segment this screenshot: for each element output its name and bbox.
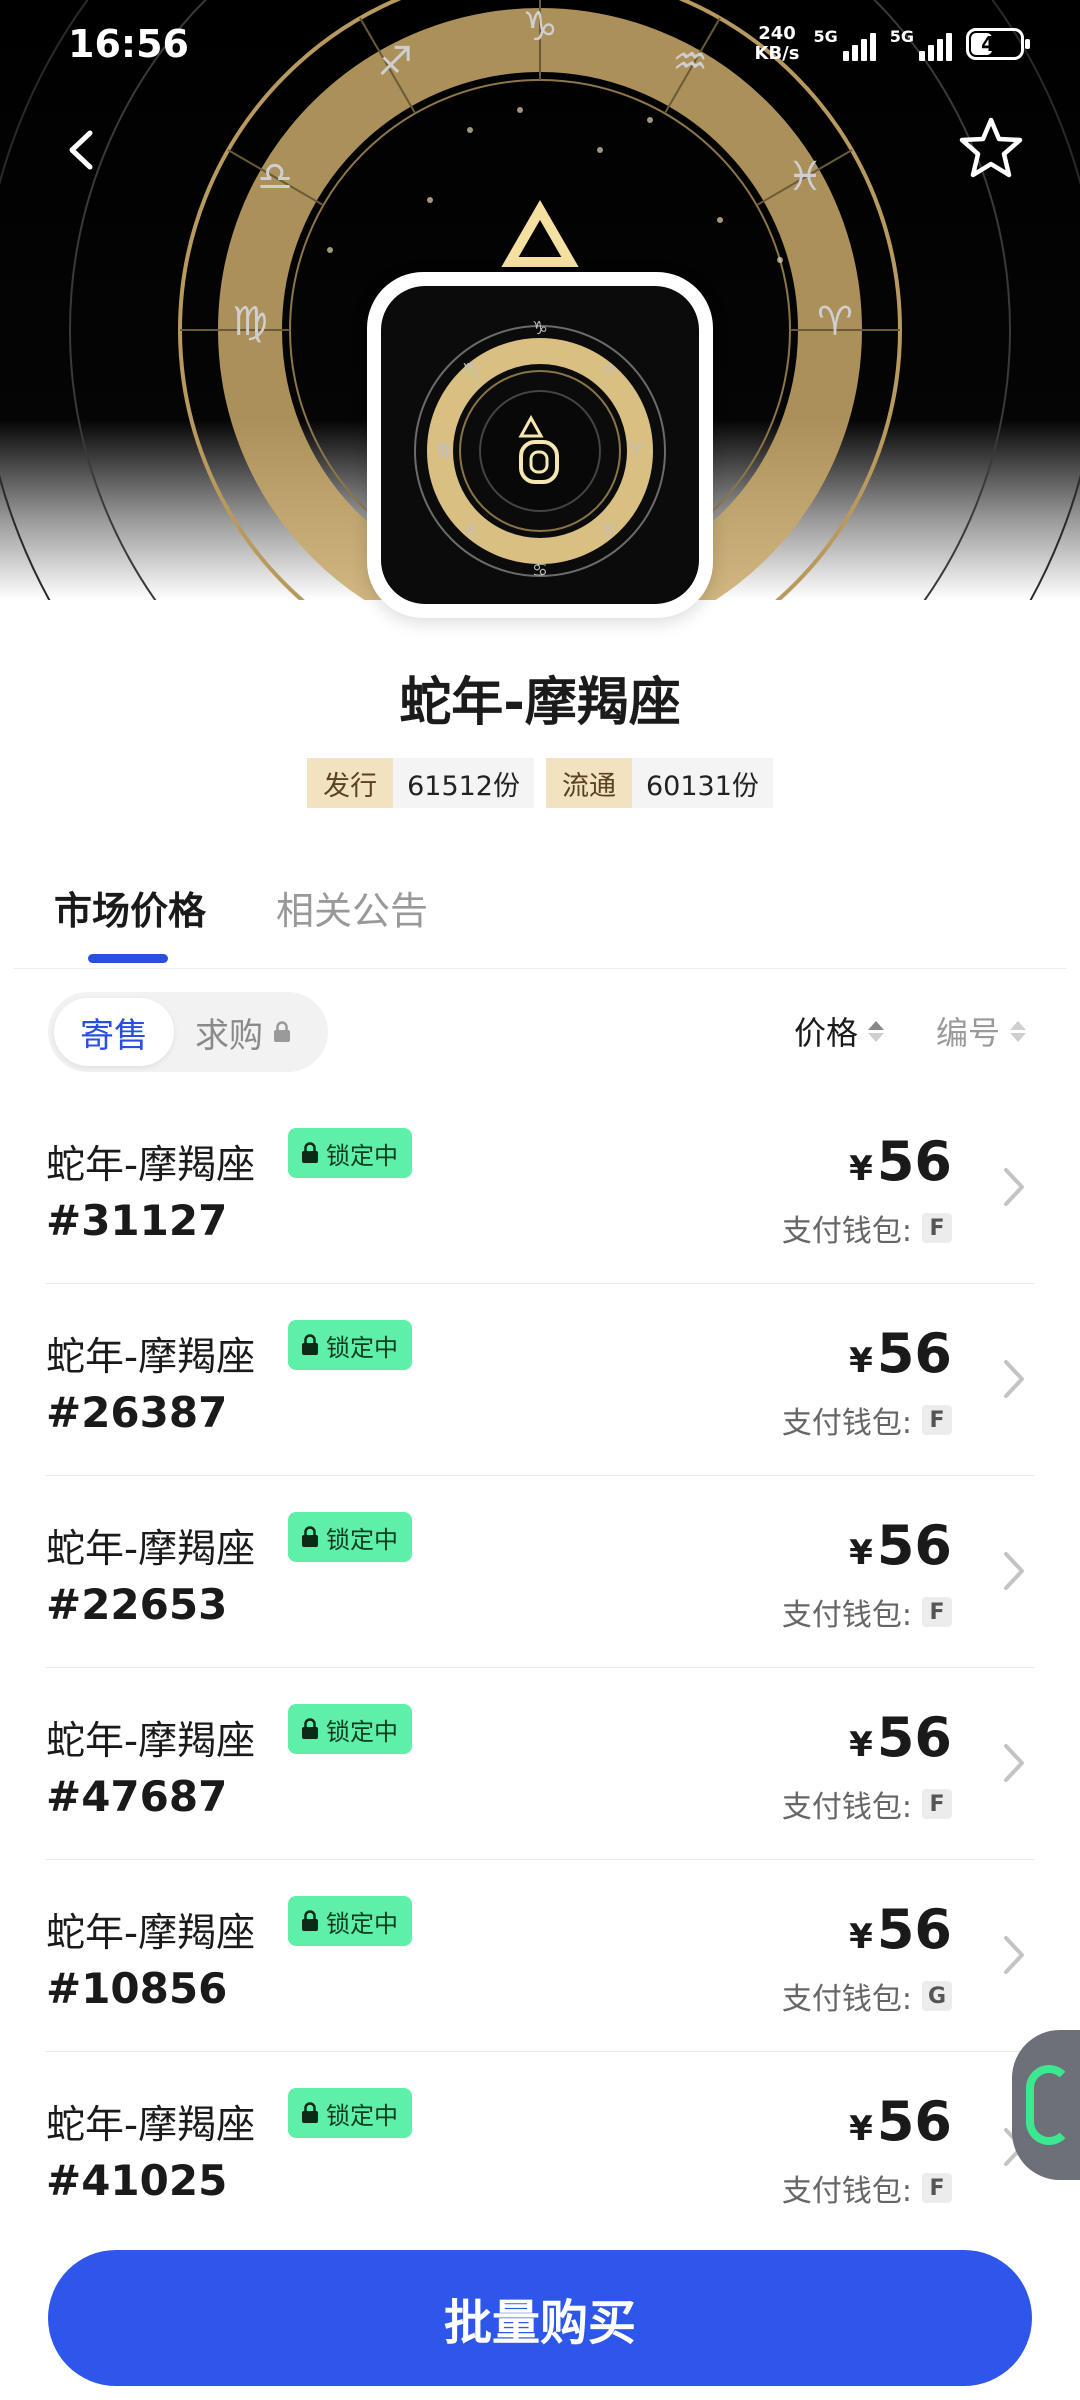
payment-wallet: 支付钱包: F [782,1782,952,1826]
svg-text:♎: ♎ [257,154,293,200]
tab-market-price[interactable]: 市场价格 [54,880,206,963]
svg-text:♍: ♍ [436,440,452,461]
chevron-right-icon [1004,1744,1024,1782]
listing-price: ¥ 56 [849,1322,952,1385]
svg-text:♏: ♏ [463,360,479,381]
chevron-right-icon [1004,1168,1024,1206]
payment-wallet: 支付钱包: F [782,1590,952,1634]
listing-row[interactable]: 蛇年-摩羯座 锁定中 #26387 ¥ 56 支付钱包: F [46,1284,1034,1476]
tab-announcements[interactable]: 相关公告 [276,880,428,963]
listing-list: 蛇年-摩羯座 锁定中 #31127 ¥ 56 支付钱包: F 蛇年-摩羯座 锁定… [0,1092,1080,2244]
lock-icon [302,1526,318,1547]
locked-badge: 锁定中 [288,1512,412,1562]
collection-cover-image: ♑ ♈ ♍ ♋ ♏ ♒ ♌ ♉ [367,272,713,618]
segment-want-to-buy[interactable]: 求购 [174,998,314,1066]
lock-icon [302,1142,318,1163]
locked-badge: 锁定中 [288,1128,412,1178]
listing-serial: #41025 [46,2156,228,2205]
lock-icon [302,1910,318,1931]
sort-by-price[interactable]: 价格 [794,1008,885,1054]
svg-text:♉: ♉ [601,520,617,541]
svg-text:♓: ♓ [787,154,823,200]
lock-icon [302,1718,318,1739]
status-indicators: 240 KB/s 5G 5G 41 [754,23,1030,64]
status-bar: 16:56 240 KB/s 5G 5G 41 [0,0,1080,90]
listing-type-toggle: 寄售 求购 [48,992,328,1072]
payment-wallet: 支付钱包: F [782,1206,952,1250]
wallet-code: F [922,1597,952,1627]
wallet-code: F [922,1789,952,1819]
listing-price: ¥ 56 [849,1514,952,1577]
lock-icon [302,1334,318,1355]
zodiac-artwork: ♑ ♈ ♍ ♋ ♏ ♒ ♌ ♉ [414,318,666,581]
locked-badge: 锁定中 [288,1896,412,1946]
sort-caret-icon [868,1020,885,1042]
listing-price: ¥ 56 [849,1898,952,1961]
sort-price-label: 价格 [794,1014,859,1052]
back-icon[interactable] [58,125,108,175]
lock-icon [302,2102,318,2123]
chevron-right-icon [1004,1360,1024,1398]
listing-name: 蛇年-摩羯座 [46,1911,256,1956]
wallet-code: G [922,1981,952,2011]
wallet-code: F [922,1405,952,1435]
wallet-code: F [922,1213,952,1243]
sort-number-label: 编号 [936,1014,1001,1052]
listing-serial: #26387 [46,1388,228,1437]
payment-wallet: 支付钱包: G [782,1974,952,2018]
assistant-icon [1026,2065,1072,2145]
segment-consignment[interactable]: 寄售 [54,998,174,1066]
svg-text:♌: ♌ [463,520,479,541]
signal-icon: 5G [890,27,952,61]
sort-by-number[interactable]: 编号 [936,1008,1027,1054]
listing-price: ¥ 56 [849,1130,952,1193]
bulk-buy-button[interactable]: 批量购买 [48,2250,1032,2386]
listing-row[interactable]: 蛇年-摩羯座 锁定中 #47687 ¥ 56 支付钱包: F [46,1668,1034,1860]
collection-title: 蛇年-摩羯座 [399,673,681,733]
svg-text:♈: ♈ [817,299,853,345]
listing-serial: #31127 [46,1196,228,1245]
svg-text:♒: ♒ [601,360,617,381]
chevron-right-icon [1004,1552,1024,1590]
segment-want-to-buy-label: 求购 [195,1015,263,1056]
listing-name: 蛇年-摩羯座 [46,1335,256,1380]
svg-text:♑: ♑ [532,318,548,339]
battery-icon: 41 [966,28,1030,60]
payment-wallet: 支付钱包: F [782,1398,952,1442]
listing-name: 蛇年-摩羯座 [46,1719,256,1764]
signal-icon: 5G [813,27,876,61]
listing-name: 蛇年-摩羯座 [46,1143,256,1188]
listing-row[interactable]: 蛇年-摩羯座 锁定中 #10856 ¥ 56 支付钱包: G [46,1860,1034,2052]
locked-badge: 锁定中 [288,1320,412,1370]
status-time: 16:56 [68,22,189,66]
locked-badge: 锁定中 [288,2088,412,2138]
listing-row[interactable]: 蛇年-摩羯座 锁定中 #22653 ¥ 56 支付钱包: F [46,1476,1034,1668]
divider [14,968,1066,969]
listing-row[interactable]: 蛇年-摩羯座 锁定中 #41025 ¥ 56 支付钱包: F [46,2052,1034,2244]
listing-price: ¥ 56 [849,1706,952,1769]
star-icon[interactable] [958,115,1024,181]
listing-name: 蛇年-摩羯座 [46,1527,256,1572]
listing-serial: #10856 [46,1964,228,2013]
sort-caret-icon [1010,1020,1027,1042]
network-speed: 240 KB/s [754,23,800,64]
listing-name: 蛇年-摩羯座 [46,2103,256,2148]
payment-wallet: 支付钱包: F [782,2166,952,2210]
chevron-right-icon [1004,1936,1024,1974]
listing-serial: #22653 [46,1580,228,1629]
circulating-stat: 流通 60131份 [546,758,773,808]
locked-badge: 锁定中 [288,1704,412,1754]
svg-text:♍: ♍ [232,299,268,345]
collection-stats: 发行 61512份 流通 60131份 [0,758,1080,808]
issued-stat: 发行 61512份 [307,758,534,808]
svg-text:♈: ♈ [628,440,644,461]
listing-serial: #47687 [46,1772,228,1821]
lock-icon [274,1021,290,1042]
wallet-code: F [922,2173,952,2203]
listing-price: ¥ 56 [849,2090,952,2153]
tab-bar: 市场价格 相关公告 [54,880,428,963]
floating-assistant-widget[interactable] [1012,2030,1080,2180]
listing-row[interactable]: 蛇年-摩羯座 锁定中 #31127 ¥ 56 支付钱包: F [46,1092,1034,1284]
svg-text:♋: ♋ [532,560,548,581]
